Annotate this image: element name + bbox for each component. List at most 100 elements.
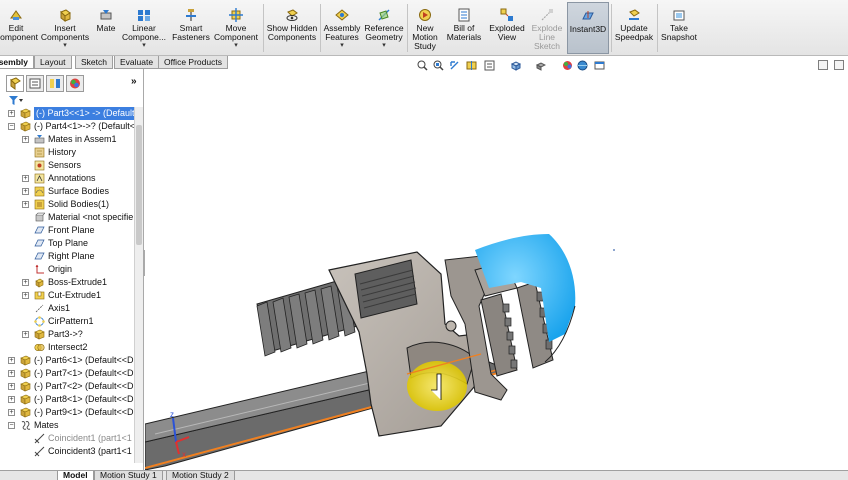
view-orientation-icon[interactable] [510,60,521,71]
new-motion-study-button[interactable]: New Motion Study [409,2,441,54]
ribbon-separator [407,4,408,52]
expand-icon[interactable]: + [22,279,29,286]
collapse-icon[interactable]: − [8,123,15,130]
restore-view-button[interactable] [818,60,828,70]
tab-model[interactable]: Model [57,471,94,480]
tree-node[interactable]: Sensors [0,159,134,172]
appearance-icon[interactable] [562,60,573,71]
tree-node[interactable]: − Mates [0,419,134,432]
take-snapshot-button[interactable]: Take Snapshot [659,2,699,54]
tree-node[interactable]: + (-) Part8<1> (Default<<D [0,393,134,406]
assembly-features-button[interactable]: Assembly Features ▾ [322,2,362,54]
tree-node[interactable]: History [0,146,134,159]
explode-line-sketch-button[interactable]: Explode Line Sketch [528,2,566,54]
insert-components-button[interactable]: Insert Components ▾ [40,2,90,54]
tree-node[interactable]: Material <not specifie [0,211,134,224]
dynamic-annotation-icon[interactable] [484,60,495,71]
tab-evaluate[interactable]: Evaluate [114,56,160,69]
chevron-down-icon[interactable]: ▾ [120,42,168,49]
wrench-model[interactable]: z x [144,74,848,471]
expand-icon[interactable]: + [22,136,29,143]
tree-node[interactable]: + (-) Part6<1> (Default<<D [0,354,134,367]
heads-up-view-toolbar [414,58,634,74]
expand-icon[interactable]: + [22,331,29,338]
tree-node[interactable]: + (-) Part7<1> (Default<<D [0,367,134,380]
mate-button[interactable]: Mate [93,2,119,54]
panel-tabs: » [0,75,144,92]
expand-icon[interactable]: + [22,188,29,195]
tree-node[interactable]: + Boss-Extrude1 [0,276,134,289]
scene-icon[interactable] [577,60,588,71]
tree-node[interactable]: + (-) Part3<<1> -> (Default [0,107,134,120]
tree-node[interactable]: + Part3->? [0,328,134,341]
reference-geometry-button[interactable]: Reference Geometry ▾ [363,2,405,54]
edit-component-button[interactable]: Edit Component [0,2,38,54]
tab-layout[interactable]: Layout [34,56,72,69]
expand-icon[interactable]: + [22,201,29,208]
expand-icon[interactable]: + [8,370,15,377]
tab-display-manager[interactable] [66,75,84,92]
section-view-icon[interactable] [466,60,477,71]
tree-node[interactable]: Right Plane [0,250,134,263]
expand-icon[interactable]: + [22,175,29,182]
graphics-area[interactable]: z x [144,74,848,471]
tab-assembly[interactable]: Assembly [0,56,34,69]
update-speedpak-button[interactable]: Update Speedpak [613,2,655,54]
feature-tree: + (-) Part3<<1> -> (Default − (-) Part4<1>-… [0,107,134,463]
instant3d-button[interactable]: Instant3D [567,2,609,54]
move-component-button[interactable]: Move Component ▾ [212,2,260,54]
expand-icon[interactable]: + [8,110,15,117]
tree-node[interactable]: + (-) Part7<2> (Default<<D [0,380,134,393]
tree-scrollbar[interactable] [134,107,143,463]
chevron-down-icon[interactable]: ▾ [322,42,362,49]
tree-node[interactable]: − (-) Part4<1>->? (Default< [0,120,134,133]
linear-pattern-button[interactable]: Linear Compone... ▾ [120,2,168,54]
tree-node[interactable]: + Solid Bodies(1) [0,198,134,211]
tree-node[interactable]: + Annotations [0,172,134,185]
tree-node-label: Origin [48,264,73,274]
tab-sketch[interactable]: Sketch [75,56,113,69]
part-icon [20,394,31,405]
tab-motion-study-1[interactable]: Motion Study 1 [94,471,163,480]
tab-office-products[interactable]: Office Products [158,56,228,69]
expand-icon[interactable]: + [8,383,15,390]
chevron-down-icon[interactable]: ▾ [40,42,90,49]
exploded-view-button[interactable]: Exploded View [487,2,527,54]
tree-node[interactable]: + Surface Bodies [0,185,134,198]
tree-node[interactable]: Coincident1 (part1<1 [0,432,134,445]
filter-bar [8,95,144,106]
bill-of-materials-button[interactable]: Bill of Materials [443,2,485,54]
expand-icon[interactable]: + [8,396,15,403]
chevron-down-icon[interactable]: ▾ [212,42,260,49]
tree-node[interactable]: CirPattern1 [0,315,134,328]
tree-node[interactable]: Axis1 [0,302,134,315]
display-style-icon[interactable] [535,60,546,71]
expand-icon[interactable]: + [8,357,15,364]
expand-icon[interactable]: + [22,292,29,299]
tab-configuration-manager[interactable] [46,75,64,92]
tree-node[interactable]: Coincident3 (part1<1 [0,445,134,458]
tree-node[interactable]: + (-) Part9<1> (Default<<D [0,406,134,419]
maximize-view-button[interactable] [834,60,844,70]
collapse-icon[interactable]: − [8,422,15,429]
tree-node[interactable]: + Mates in Assem1 [0,133,134,146]
tab-motion-study-2[interactable]: Motion Study 2 [166,471,235,480]
tree-node[interactable]: Top Plane [0,237,134,250]
tree-node[interactable]: Origin [0,263,134,276]
zoom-to-fit-icon[interactable] [417,60,428,71]
expand-panel-icon[interactable]: » [131,76,137,87]
tree-node[interactable]: Intersect2 [0,341,134,354]
tab-feature-manager[interactable] [6,75,24,92]
tree-node[interactable]: + Cut-Extrude1 [0,289,134,302]
zoom-to-area-icon[interactable] [433,60,444,71]
tree-node[interactable]: Front Plane [0,224,134,237]
smart-fasteners-button[interactable]: Smart Fasteners [170,2,212,54]
view-settings-icon[interactable] [594,60,605,71]
show-hidden-components-button[interactable]: Show Hidden Components [266,2,318,54]
scroll-thumb[interactable] [136,125,142,245]
previous-view-icon[interactable] [449,60,460,71]
expand-icon[interactable]: + [8,409,15,416]
tab-property-manager[interactable] [26,75,44,92]
chevron-down-icon[interactable]: ▾ [363,42,405,49]
filter-icon[interactable] [8,95,24,106]
